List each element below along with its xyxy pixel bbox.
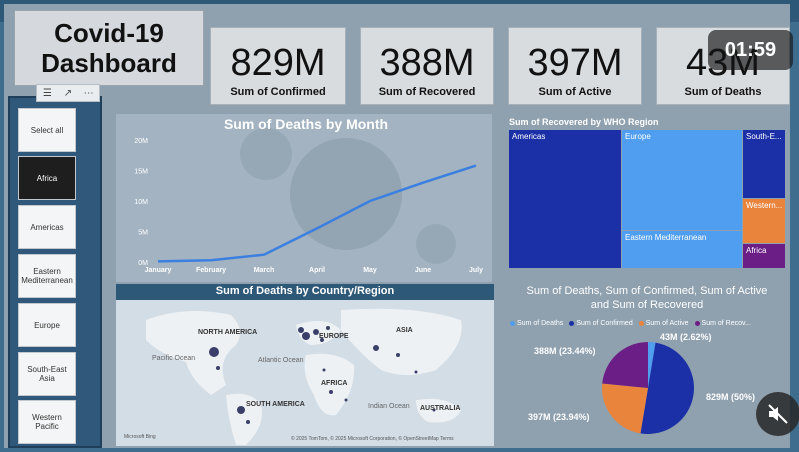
pie-label-deaths: 43M (2.62%) xyxy=(660,332,712,342)
more-options-icon[interactable]: ⋯ xyxy=(81,88,97,99)
kpi-label: Sum of Confirmed xyxy=(230,86,326,98)
x-tick-label: May xyxy=(363,267,377,274)
x-tick-label: July xyxy=(469,267,483,274)
map-title: Sum of Deaths by Country/Region xyxy=(215,285,395,297)
pie-chart-card[interactable]: Sum of Deaths, Sum of Confirmed, Sum of … xyxy=(506,282,788,446)
kpi-value: 397M xyxy=(527,42,623,84)
x-tick-label: January xyxy=(145,267,172,274)
pie-slice[interactable] xyxy=(602,342,648,388)
slicer-item-south-east-asia[interactable]: South-East Asia xyxy=(18,352,76,396)
bing-logo: Microsoft Bing xyxy=(124,434,156,440)
legend-item-confirmed[interactable]: Sum of Confirmed xyxy=(569,320,633,327)
map-label-australia: AUSTRALIA xyxy=(420,405,460,412)
dashboard-title: Covid-19 Dashboard xyxy=(14,10,204,86)
kpi-card-confirmed[interactable]: 829M Sum of Confirmed xyxy=(210,27,346,105)
y-tick-label: 0M xyxy=(138,260,148,267)
map-label-south-america: SOUTH AMERICA xyxy=(246,401,305,408)
treemap-cell-western-pacific[interactable]: Western... xyxy=(743,199,785,243)
map-card[interactable]: Sum of Deaths by Country/Region NORTH AM… xyxy=(116,284,494,446)
map-label-indian: Indian Ocean xyxy=(368,403,410,410)
muted-speaker-icon xyxy=(768,404,788,424)
video-timestamp: 01:59 xyxy=(708,30,793,70)
kpi-card-recovered[interactable]: 388M Sum of Recovered xyxy=(360,27,494,105)
slicer-item-africa[interactable]: Africa xyxy=(18,156,76,200)
x-tick-label: March xyxy=(254,267,275,274)
legend-dot xyxy=(569,321,575,326)
virus-background-image xyxy=(416,224,456,264)
pie-label-confirmed: 829M (50%) xyxy=(706,392,755,402)
legend-item-active[interactable]: Sum of Active xyxy=(638,320,689,327)
y-tick-label: 15M xyxy=(134,169,148,176)
treemap-cell-europe[interactable]: Europe xyxy=(622,130,742,230)
kpi-label: Sum of Deaths xyxy=(684,86,762,98)
kpi-card-active[interactable]: 397M Sum of Active xyxy=(508,27,642,105)
map-attribution[interactable]: © 2025 TomTom, © 2025 Microsoft Corporat… xyxy=(291,435,454,442)
y-tick-label: 20M xyxy=(134,138,148,145)
slicer-item-western-pacific[interactable]: Western Pacific xyxy=(18,400,76,444)
kpi-label: Sum of Active xyxy=(538,86,612,98)
treemap-cell-africa[interactable]: Africa xyxy=(743,244,785,268)
kpi-value: 829M xyxy=(230,42,326,84)
map-label-asia: ASIA xyxy=(396,327,413,334)
map-label-atlantic: Atlantic Ocean xyxy=(258,357,304,364)
legend-item-deaths[interactable]: Sum of Deaths xyxy=(510,320,563,327)
kpi-value: 388M xyxy=(379,42,475,84)
y-tick-label: 5M xyxy=(138,230,148,237)
chart-title: Sum of Deaths by Month xyxy=(224,116,388,132)
pie-title: Sum of Deaths, Sum of Confirmed, Sum of … xyxy=(526,285,768,311)
treemap-title: Sum of Recovered by WHO Region xyxy=(509,117,659,127)
legend-dot xyxy=(694,321,700,326)
pie-slice[interactable] xyxy=(601,383,648,434)
treemap-cell-south-east-asia[interactable]: South-E... xyxy=(743,130,785,198)
virus-background-image xyxy=(240,128,292,180)
map-label-europe: EUROPE xyxy=(319,333,349,340)
map-label-pacific: Pacific Ocean xyxy=(152,355,195,362)
world-map[interactable]: NORTH AMERICA EUROPE ASIA Pacific Ocean … xyxy=(116,300,494,446)
treemap-card[interactable]: Sum of Recovered by WHO Region Americas … xyxy=(506,114,788,274)
slicer-item-americas[interactable]: Americas xyxy=(18,205,76,249)
x-tick-label: April xyxy=(309,267,325,274)
legend-dot xyxy=(510,321,515,326)
filter-icon[interactable]: ☰ xyxy=(39,88,55,99)
treemap-cell-americas[interactable]: Americas xyxy=(509,130,621,268)
y-tick-label: 10M xyxy=(134,199,148,206)
x-tick-label: June xyxy=(415,267,431,274)
pie-chart: 43M (2.62%) 829M (50%) 397M (23.94%) 388… xyxy=(528,332,755,434)
map-label-north-america: NORTH AMERICA xyxy=(198,329,257,336)
focus-mode-icon[interactable]: ↗ xyxy=(60,88,76,99)
line-chart-card[interactable]: Sum of Deaths by Month 0M 5M 10M 15M 20M Jan… xyxy=(116,114,492,282)
treemap-cell-eastern-mediterranean[interactable]: Eastern Mediterranean xyxy=(622,231,742,268)
pie-legend: Sum of Deaths Sum of Confirmed Sum of Ac… xyxy=(510,320,751,327)
kpi-label: Sum of Recovered xyxy=(378,86,476,98)
pie-label-recovered: 388M (23.44%) xyxy=(534,346,596,356)
mute-button[interactable] xyxy=(756,392,799,436)
legend-item-recovered[interactable]: Sum of Recov... xyxy=(694,320,751,327)
slicer-item-eastern-mediterranean[interactable]: Eastern Mediterranean xyxy=(18,254,76,298)
pie-label-active: 397M (23.94%) xyxy=(528,412,590,422)
deaths-by-month-chart: Sum of Deaths by Month 0M 5M 10M 15M 20M Jan… xyxy=(134,116,483,274)
slicer-item-select-all[interactable]: Select all xyxy=(18,108,76,152)
x-tick-label: February xyxy=(196,267,226,274)
legend-dot xyxy=(638,321,644,326)
visual-toolbar[interactable]: ☰ ↗ ⋯ xyxy=(36,84,100,102)
slicer-item-europe[interactable]: Europe xyxy=(18,303,76,347)
map-label-africa: AFRICA xyxy=(321,380,347,387)
